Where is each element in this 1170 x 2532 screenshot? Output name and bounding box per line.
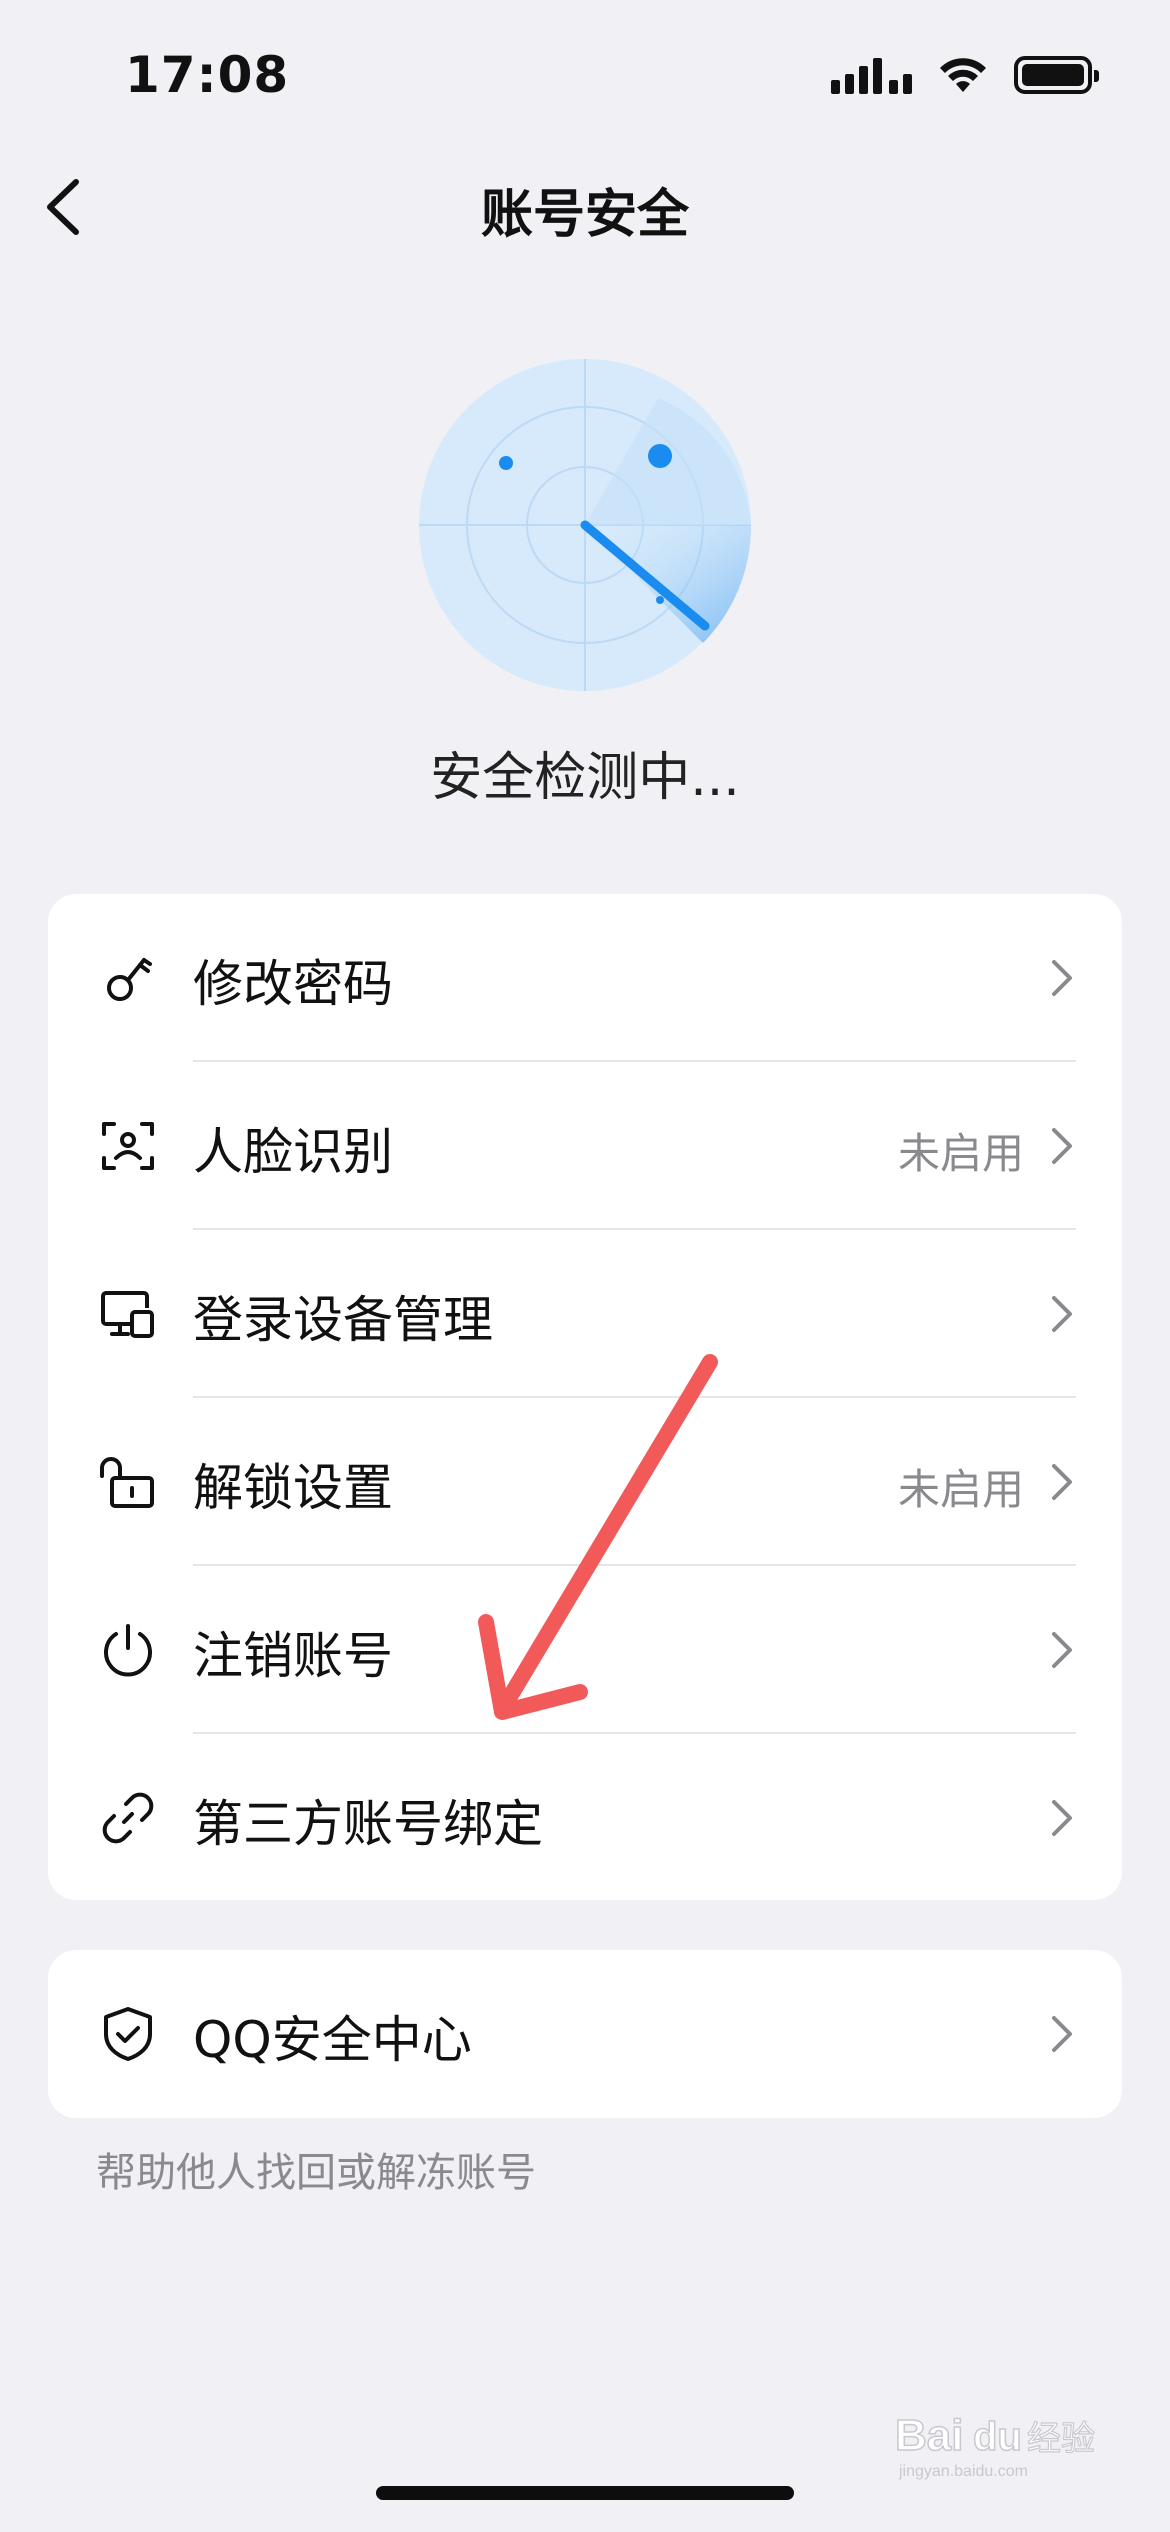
menu-item-change-password[interactable]: 修改密码 <box>48 894 1122 1062</box>
svg-text:jingyan.baidu.com: jingyan.baidu.com <box>898 2463 1028 2480</box>
devices-icon <box>101 1291 154 1338</box>
menu-item-label: 第三方账号绑定 <box>193 1795 543 1853</box>
wifi-icon <box>940 58 986 92</box>
status-icons <box>831 56 1099 94</box>
back-button[interactable] <box>38 172 98 242</box>
menu-item-status: 未启用 <box>897 1129 1024 1178</box>
chevron-right-icon <box>1052 1800 1072 1836</box>
annotation-arrow <box>478 1354 718 1720</box>
chevron-right-icon <box>1052 960 1072 996</box>
security-scan-radar <box>419 359 752 691</box>
help-others-link[interactable]: 帮助他人找回或解冻账号 <box>96 2140 536 2198</box>
chevron-right-icon <box>1052 1464 1072 1500</box>
power-icon <box>104 1624 152 1677</box>
status-bar: 17:08 <box>0 0 1170 150</box>
shield-check-icon <box>104 2007 152 2061</box>
page-title: 账号安全 <box>480 185 689 245</box>
security-center-card: QQ安全中心 <box>48 1950 1122 2118</box>
menu-item-label: 登录设备管理 <box>193 1291 493 1349</box>
key-icon <box>107 958 152 1001</box>
menu-item-qq-security-center[interactable]: QQ安全中心 <box>48 1950 1122 2118</box>
menu-item-third-party-binding[interactable]: 第三方账号绑定 <box>48 1734 1122 1900</box>
cellular-signal-icon <box>831 56 912 94</box>
svg-text:du: du <box>973 2415 1022 2459</box>
link-icon <box>102 1792 154 1844</box>
chevron-right-icon <box>1052 1296 1072 1332</box>
menu-item-status: 未启用 <box>897 1465 1024 1514</box>
battery-icon <box>1014 56 1099 94</box>
unlock-icon <box>100 1457 154 1508</box>
menu-item-label: 注销账号 <box>193 1627 393 1685</box>
home-indicator[interactable] <box>376 2486 794 2500</box>
face-scan-icon <box>102 1122 154 1170</box>
menu-item-label: 解锁设置 <box>193 1459 393 1517</box>
chevron-right-icon <box>1052 1632 1072 1668</box>
menu-item-face-recognition[interactable]: 人脸识别 未启用 <box>48 1062 1122 1230</box>
account-security-screen: 17:08 账号安全 安全检测中... 修改密码 人脸识别 未启用 登录设备管理… <box>0 0 1170 2532</box>
scan-status-text: 安全检测中... <box>430 748 740 808</box>
menu-item-label: 人脸识别 <box>193 1123 393 1181</box>
svg-text:经验: 经验 <box>1027 2419 1095 2459</box>
chevron-right-icon <box>1052 2016 1072 2052</box>
menu-item-label: QQ安全中心 <box>193 2011 472 2069</box>
baidu-jingyan-watermark: Bai du 经验 jingyan.baidu.com <box>895 2410 1096 2480</box>
svg-text:Bai: Bai <box>895 2411 963 2460</box>
chevron-right-icon <box>1052 1128 1072 1164</box>
status-time: 17:08 <box>125 46 290 104</box>
menu-item-label: 修改密码 <box>193 955 393 1013</box>
